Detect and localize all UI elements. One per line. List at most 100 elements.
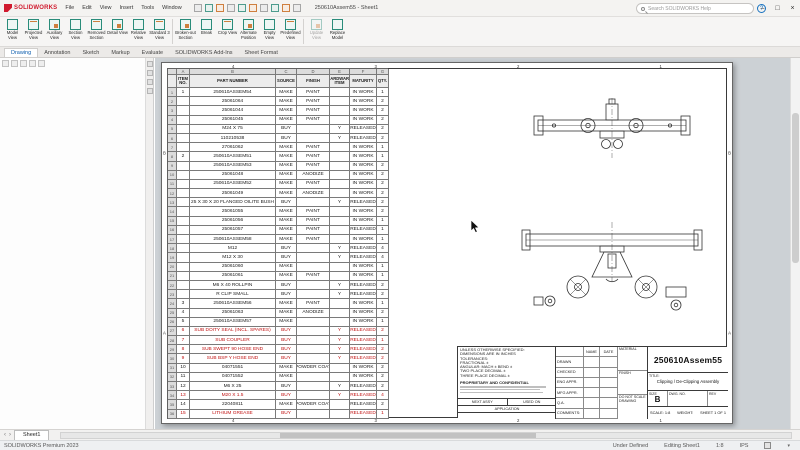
ribbon-button-predefined-view[interactable]: Predefined View [280, 17, 301, 46]
status-caret-icon[interactable]: ▾ [787, 443, 790, 449]
bom-row[interactable]: 21 25061061 MAKE PAINT IN WORK 1 [168, 271, 389, 281]
bom-row[interactable]: 35 14 22040811 MAKE POWDER COAT RELEASED 2 [168, 400, 389, 410]
horizontal-scrollbar[interactable] [60, 431, 792, 439]
redo-icon[interactable] [248, 4, 257, 12]
solidworks-logo[interactable]: SOLIDWORKS [0, 4, 61, 12]
bom-row[interactable]: 29 8 SUB SWEPT 90 HOSE END BUY Y RELEASED 2 [168, 345, 389, 355]
ribbon-button-alternate-position[interactable]: Alternate Position [238, 17, 259, 46]
close-button[interactable]: × [785, 0, 800, 17]
open-file-icon[interactable] [204, 4, 213, 12]
bom-row[interactable]: 20 25061060 MAKE IN WORK 1 [168, 262, 389, 272]
drawing-view-top[interactable] [532, 97, 692, 159]
tab-solidworks-add-ins[interactable]: SOLIDWORKS Add-Ins [169, 49, 238, 57]
bom-row[interactable]: 36 15 LITHIUM GREASE BUY RELEASED 1 [168, 409, 389, 419]
bom-row[interactable]: 13 25 X 30 X 20 FLANGED OILITE BUSH BUY Y RE… [168, 198, 389, 208]
menu-tools[interactable]: Tools [137, 0, 158, 17]
ribbon-button-break[interactable]: Break [196, 17, 217, 46]
menu-window[interactable]: Window [158, 0, 186, 17]
bom-row[interactable]: 34 13 M20 X 1.5 BUY Y RELEASED 4 [168, 391, 389, 401]
rebuild-icon[interactable] [270, 4, 279, 12]
dimxpert-icon[interactable] [29, 60, 36, 67]
bom-row[interactable]: 27 6 SUB DOITY SEAL (INCL. SPARES) BUY Y RELE… [168, 326, 389, 337]
bom-row[interactable]: 33 12 M6 X 25 BUY Y RELEASED 2 [168, 382, 389, 392]
maximize-button[interactable]: □ [770, 0, 785, 17]
featuremanager-panel[interactable] [0, 58, 146, 429]
panel-tab-icon-3[interactable] [146, 79, 153, 85]
panel-tab-icon-4[interactable] [146, 88, 153, 94]
bom-row[interactable]: 16 25061057 MAKE PAINT RELEASED 1 [168, 225, 389, 235]
save-icon[interactable] [215, 4, 224, 12]
tab-annotation[interactable]: Annotation [38, 49, 76, 57]
tab-sheet-format[interactable]: Sheet Format [239, 49, 284, 57]
ribbon-button-detail-view[interactable]: Detail View [107, 17, 128, 46]
vertical-scrollbar-thumb[interactable] [792, 113, 799, 263]
bom-row[interactable]: 26 5 250610ASSEM57 MAKE IN WORK 1 [168, 317, 389, 327]
units-grid-icon[interactable] [764, 442, 772, 449]
ribbon-button-standard-3-view[interactable]: Standard 3 View [149, 17, 170, 46]
sheet-nav-next-icon[interactable]: › [9, 430, 11, 440]
bom-row[interactable]: 31 10 04071551 MAKE POWDER COAT IN WORK 2 [168, 363, 389, 373]
bom-table[interactable]: ABCDEFGITEM NO.PART NUMBERSOURCEFINISHHA… [167, 68, 389, 419]
ribbon-button-replace-model[interactable]: Replace Model [327, 17, 348, 46]
bom-row[interactable]: 2 25061064 MAKE PAINT IN WORK 2 [168, 97, 389, 107]
graphics-area[interactable]: 44332211BBAA A B C D E F G ITEM NO. PART NUMBER S… [155, 58, 790, 429]
bom-row[interactable]: 30 9 SUB BSP Y HOSE END BUY Y RELEASED 2 [168, 354, 389, 364]
panel-splitter[interactable] [146, 58, 154, 429]
bom-row[interactable]: 4 25061045 MAKE PAINT IN WORK 2 [168, 115, 389, 125]
new-file-icon[interactable] [193, 4, 202, 12]
drawing-view-front[interactable] [520, 221, 705, 316]
sheet-nav-prev-icon[interactable]: ‹ [4, 430, 6, 440]
tab-evaluate[interactable]: Evaluate [136, 49, 169, 57]
featuremanager-tree-icon[interactable] [2, 60, 9, 67]
sheet-tab-sheet1[interactable]: Sheet1 [14, 429, 50, 441]
search-input[interactable]: Search SOLIDWORKS Help [636, 3, 754, 14]
drawing-sheet[interactable]: 44332211BBAA A B C D E F G ITEM NO. PART NUMBER S… [161, 62, 733, 424]
bom-row[interactable]: 28 7 SUB COUPLER BUY Y RELEASED 1 [168, 336, 389, 346]
print-icon[interactable] [226, 4, 235, 12]
vertical-scrollbar[interactable] [790, 58, 800, 429]
bom-row[interactable]: 24 3 250610ASSEM56 MAKE PAINT IN WORK 1 [168, 299, 389, 309]
ribbon-button-broken-out-section[interactable]: Broken-out Section [175, 17, 196, 46]
ribbon-button-removed-section[interactable]: Removed Section [86, 17, 107, 46]
ribbon-button-empty-view[interactable]: Empty View [259, 17, 280, 46]
bom-row[interactable]: 8 2 250610ASSEM51 MAKE PAINT IN WORK 1 [168, 152, 389, 162]
horizontal-scrollbar-thumb[interactable] [280, 432, 536, 438]
bom-row[interactable]: 7 27061062 MAKE PAINT IN WORK 1 [168, 143, 389, 153]
tab-drawing[interactable]: Drawing [4, 48, 39, 57]
ribbon-button-crop-view[interactable]: Crop View [217, 17, 238, 46]
file-properties-icon[interactable] [281, 4, 290, 12]
panel-tab-icon-2[interactable] [146, 70, 153, 76]
bom-row[interactable]: 23 R CLIP SMALL BUY Y RELEASED 2 [168, 290, 389, 300]
undo-icon[interactable] [237, 4, 246, 12]
menu-insert[interactable]: Insert [116, 0, 138, 17]
menu-file[interactable]: File [61, 0, 78, 17]
display-manager-icon[interactable] [38, 60, 45, 67]
bom-row[interactable]: 12 25061049 MAKE ANODIZE IN WORK 2 [168, 189, 389, 199]
ribbon-button-section-view[interactable]: Section View [65, 17, 86, 46]
ribbon-button-relative-view[interactable]: Relative View [128, 17, 149, 46]
bom-row[interactable]: 17 250610ASSEM58 MAKE PAINT IN WORK 1 [168, 235, 389, 245]
bom-row[interactable]: 3 25061044 MAKE PAINT IN WORK 2 [168, 106, 389, 116]
menu-view[interactable]: View [96, 0, 116, 17]
options-icon[interactable] [292, 4, 301, 12]
panel-tab-icon-1[interactable] [146, 61, 153, 67]
bom-row[interactable]: 15 25061056 MAKE PAINT IN WORK 1 [168, 216, 389, 226]
ribbon-button-projected-view[interactable]: Projected View [23, 17, 44, 46]
bom-row[interactable]: 19 M12 X 30 BUY Y RELEASED 4 [168, 253, 389, 263]
menu-edit[interactable]: Edit [78, 0, 95, 17]
bom-row[interactable]: 10 25061048 MAKE ANODIZE IN WORK 2 [168, 170, 389, 180]
bom-row[interactable]: 18 M12 BUY Y RELEASED 4 [168, 244, 389, 254]
ribbon-button-model-view[interactable]: Model View [2, 17, 23, 46]
bom-row[interactable]: 11 250610ASSEM52 MAKE PAINT IN WORK 2 [168, 179, 389, 190]
bom-row[interactable]: 32 11 04071552 MAKE IN WORK 2 [168, 372, 389, 382]
tab-sketch[interactable]: Sketch [77, 49, 106, 57]
minimize-button[interactable]: – [755, 0, 770, 17]
bom-row[interactable]: 6 110210538 BUY Y RELEASED 2 [168, 133, 389, 144]
bom-row[interactable]: 5 M24 X 75 BUY Y RELEASED 2 [168, 124, 389, 134]
tab-markup[interactable]: Markup [105, 49, 135, 57]
configurationmanager-icon[interactable] [20, 60, 27, 67]
ribbon-button-auxiliary-view[interactable]: Auxiliary View [44, 17, 65, 46]
bom-row[interactable]: 1 1 250610ASSEM54 MAKE PAINT IN WORK 1 [168, 88, 389, 98]
bom-row[interactable]: 22 M6 X 40 ROLLPIN BUY Y RELEASED 2 [168, 280, 389, 291]
select-icon[interactable] [259, 4, 268, 12]
